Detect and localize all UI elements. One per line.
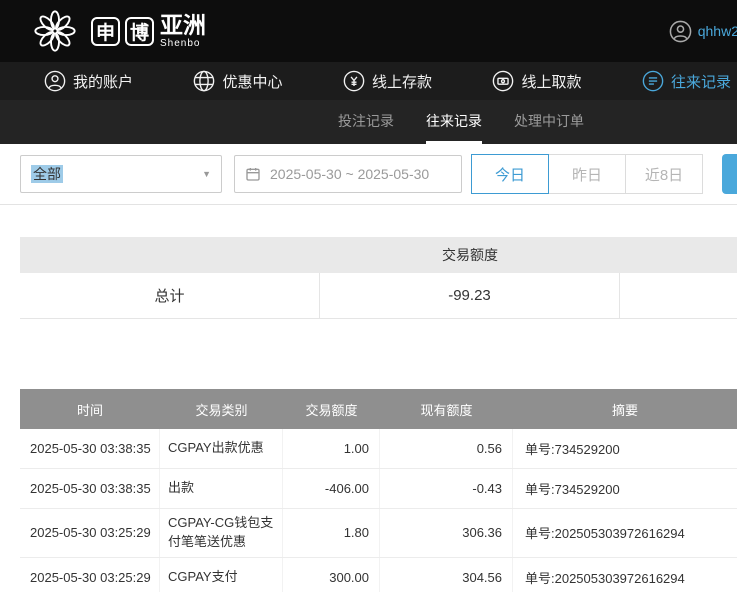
brand-region: 亚洲 Shenbo [160, 14, 206, 49]
quick-date-buttons: 今日 昨日 近8日 [472, 154, 703, 194]
nav-item-my-account[interactable]: 我的账户 [44, 70, 133, 92]
summary-total-value: -99.23 [320, 273, 620, 319]
summary-table: 交易额度 总计 -99.23 [20, 237, 737, 319]
cell-type: 出款 [160, 469, 283, 508]
calendar-icon [245, 166, 261, 182]
nav-item-label: 往来记录 [671, 71, 731, 92]
dropdown-selected-value: 全部 [31, 165, 63, 183]
cell-time: 2025-05-30 03:38:35 [20, 429, 160, 468]
deposit-icon [343, 70, 365, 92]
date-range-value: 2025-05-30 ~ 2025-05-30 [270, 166, 429, 182]
brand-char-shen: 申 [91, 17, 120, 46]
tab-processing-orders[interactable]: 处理中订单 [514, 100, 584, 144]
username: qhhw2 [698, 23, 737, 39]
brand-char-bo: 博 [125, 17, 154, 46]
records-table: 时间 交易类别 交易额度 现有额度 摘要 2025-05-30 03:38:35… [20, 389, 737, 592]
records-table-header: 时间 交易类别 交易额度 现有额度 摘要 [20, 389, 737, 429]
withdraw-icon [492, 70, 514, 92]
nav-item-label: 我的账户 [73, 71, 133, 92]
nav-item-records[interactable]: 往来记录 [642, 70, 731, 92]
cell-balance: 306.36 [380, 509, 513, 557]
col-header-summary: 摘要 [513, 389, 737, 429]
yesterday-button[interactable]: 昨日 [548, 154, 626, 194]
cell-amount: 1.80 [283, 509, 380, 557]
brand-region-sub: Shenbo [160, 39, 206, 49]
cell-time: 2025-05-30 03:25:29 [20, 558, 160, 592]
summary-empty-cell [620, 273, 737, 319]
cell-summary: 单号:734529200 [513, 469, 737, 508]
filter-bar: 全部 ▼ 2025-05-30 ~ 2025-05-30 今日 昨日 近8日 [0, 144, 737, 205]
brand-logo[interactable]: 申 博 亚洲 Shenbo [32, 8, 206, 54]
brand-region-main: 亚洲 [160, 14, 206, 37]
account-icon [44, 70, 66, 92]
summary-total-label: 总计 [20, 273, 320, 319]
col-header-type: 交易类别 [160, 389, 283, 429]
cell-type: CGPAY-CG钱包支付笔笔送优惠 [160, 509, 283, 557]
cell-balance: 304.56 [380, 558, 513, 592]
cell-amount: 1.00 [283, 429, 380, 468]
user-icon [669, 20, 692, 43]
table-row: 2025-05-30 03:25:29 CGPAY-CG钱包支付笔笔送优惠 1.… [20, 509, 737, 558]
records-subnav: 投注记录 往来记录 处理中订单 [0, 100, 737, 144]
cell-type: CGPAY出款优惠 [160, 429, 283, 468]
chevron-down-icon: ▼ [202, 169, 211, 179]
table-row: 2025-05-30 03:38:35 出款 -406.00 -0.43 单号:… [20, 469, 737, 509]
user-account[interactable]: qhhw2 [669, 20, 737, 43]
nav-item-label: 优惠中心 [222, 71, 282, 92]
nav-item-deposit[interactable]: 线上存款 [343, 70, 432, 92]
cell-amount: 300.00 [283, 558, 380, 592]
date-range-input[interactable]: 2025-05-30 ~ 2025-05-30 [234, 155, 462, 193]
last-8-days-button[interactable]: 近8日 [625, 154, 703, 194]
category-dropdown[interactable]: 全部 ▼ [20, 155, 222, 193]
tab-betting-records[interactable]: 投注记录 [338, 100, 394, 144]
today-button[interactable]: 今日 [471, 154, 549, 194]
summary-header-amount: 交易额度 [320, 245, 620, 265]
top-header: 申 博 亚洲 Shenbo qhhw2 [0, 0, 737, 62]
col-header-time: 时间 [20, 389, 160, 429]
col-header-amount: 交易额度 [283, 389, 380, 429]
cell-amount: -406.00 [283, 469, 380, 508]
cell-balance: 0.56 [380, 429, 513, 468]
flower-logo-icon [32, 8, 78, 54]
nav-item-withdraw[interactable]: 线上取款 [492, 70, 581, 92]
records-icon [642, 70, 664, 92]
page: 申 博 亚洲 Shenbo qhhw2 [0, 0, 737, 592]
cell-summary: 单号:202505303972616294 [513, 509, 737, 557]
summary-total-row: 总计 -99.23 [20, 273, 737, 319]
nav-item-label: 线上取款 [521, 71, 581, 92]
cell-summary: 单号:202505303972616294 [513, 558, 737, 592]
table-row: 2025-05-30 03:38:35 CGPAY出款优惠 1.00 0.56 … [20, 429, 737, 469]
cell-summary: 单号:734529200 [513, 429, 737, 468]
nav-item-promotions[interactable]: 优惠中心 [193, 70, 282, 92]
search-button[interactable] [722, 154, 737, 194]
col-header-balance: 现有额度 [380, 389, 513, 429]
cell-time: 2025-05-30 03:38:35 [20, 469, 160, 508]
table-row: 2025-05-30 03:25:29 CGPAY支付 300.00 304.5… [20, 558, 737, 592]
cell-balance: -0.43 [380, 469, 513, 508]
nav-item-label: 线上存款 [372, 71, 432, 92]
cell-type: CGPAY支付 [160, 558, 283, 592]
summary-table-header: 交易额度 [20, 237, 737, 273]
promo-icon [193, 70, 215, 92]
tab-transaction-records[interactable]: 往来记录 [426, 100, 482, 144]
main-nav: 我的账户 优惠中心 线上存款 [0, 62, 737, 100]
cell-time: 2025-05-30 03:25:29 [20, 509, 160, 557]
